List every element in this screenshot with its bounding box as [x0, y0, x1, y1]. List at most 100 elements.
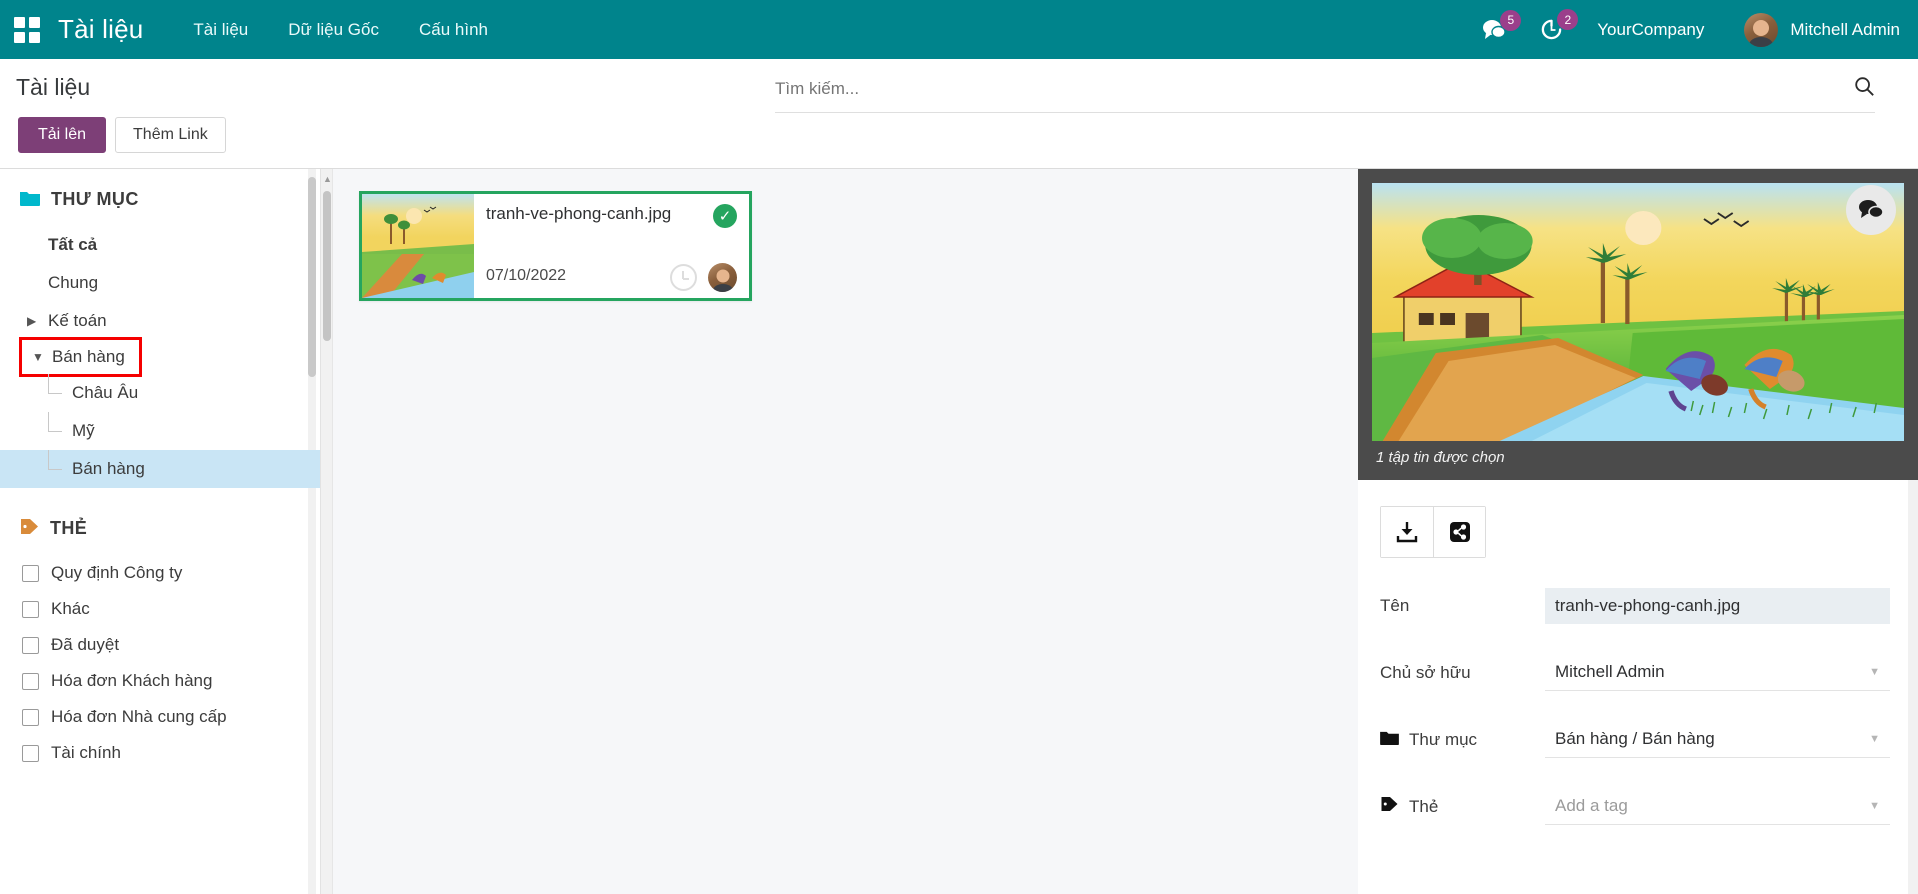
messages-button[interactable]: 5	[1482, 19, 1506, 41]
chevron-right-icon[interactable]: ▶	[27, 314, 36, 328]
sidebar-folder-ban-hang-child[interactable]: Bán hàng	[0, 450, 320, 488]
document-preview-image	[1372, 183, 1904, 441]
field-label-text: Thư mục	[1409, 730, 1477, 750]
sidebar-folder-chung[interactable]: Chung	[0, 264, 320, 302]
avatar	[1744, 13, 1778, 47]
chat-icon[interactable]	[1846, 185, 1896, 235]
field-row-name: Tên tranh-ve-phong-canh.jpg	[1358, 588, 1918, 624]
username-label: Mitchell Admin	[1790, 20, 1900, 40]
folder-select[interactable]: Bán hàng / Bán hàng ▼	[1545, 721, 1890, 758]
nav-item-master-data[interactable]: Dữ liệu Gốc	[288, 20, 379, 40]
folder-icon	[1380, 730, 1399, 750]
top-navbar: Tài liệu Tài liệu Dữ liệu Gốc Cấu hình 5…	[0, 0, 1918, 59]
document-name: tranh-ve-phong-canh.jpg	[486, 204, 737, 224]
landscape-drawing-thumb	[362, 194, 474, 298]
sidebar-folder-label: Mỹ	[72, 421, 95, 440]
field-row-owner: Chủ sở hữu Mitchell Admin ▼	[1358, 654, 1918, 691]
tag-checkbox[interactable]	[22, 565, 39, 582]
tags-section-header: THẺ	[0, 518, 320, 539]
check-circle-icon: ✓	[713, 204, 737, 228]
chevron-down-icon[interactable]: ▼	[1869, 666, 1880, 678]
field-label-text: Thẻ	[1409, 797, 1438, 817]
field-row-folder: Thư mục Bán hàng / Bán hàng ▼	[1358, 721, 1918, 758]
download-icon	[1396, 521, 1418, 543]
tag-label: Tài chính	[51, 743, 121, 763]
field-row-tags: Thẻ Add a tag ▼	[1358, 788, 1918, 825]
tag-item-tai-chinh[interactable]: Tài chính	[0, 735, 320, 771]
preview-panel: 1 tập tin được chọn	[1358, 169, 1918, 480]
sidebar: THƯ MỤC Tất cả Chung ▶ Kế toán ▼ Bán hàn…	[0, 169, 320, 894]
document-card-body: tranh-ve-phong-canh.jpg ✓ 07/10/2022	[474, 194, 749, 298]
page-title: Tài liệu	[16, 74, 90, 101]
field-label-folder: Thư mục	[1380, 730, 1545, 750]
tag-checkbox[interactable]	[22, 745, 39, 762]
share-icon	[1449, 521, 1471, 543]
activities-badge: 2	[1557, 9, 1578, 30]
sidebar-folder-label-ke-toan: Kế toán	[48, 311, 107, 330]
sidebar-folder-ban-hang-wrapper: ▼ Bán hàng	[0, 340, 320, 374]
add-link-button[interactable]: Thêm Link	[115, 117, 226, 153]
tags-input[interactable]: Add a tag ▼	[1545, 788, 1890, 825]
tag-item-hoa-don-khach-hang[interactable]: Hóa đơn Khách hàng	[0, 663, 320, 699]
tags-header-label: THẺ	[50, 518, 87, 539]
tag-item-da-duyet[interactable]: Đã duyệt	[0, 627, 320, 663]
page-body: THƯ MỤC Tất cả Chung ▶ Kế toán ▼ Bán hàn…	[0, 169, 1918, 894]
apps-grid-icon[interactable]	[14, 17, 40, 43]
tag-item-khac[interactable]: Khác	[0, 591, 320, 627]
sidebar-folder-my[interactable]: Mỹ	[0, 412, 320, 450]
tag-label: Đã duyệt	[51, 635, 119, 655]
folder-icon	[20, 190, 40, 210]
documents-kanban-area: ▲	[320, 169, 1358, 894]
tag-label: Hóa đơn Khách hàng	[51, 671, 212, 691]
sidebar-folder-ban-hang[interactable]: ▼ Bán hàng	[22, 340, 139, 374]
scroll-up-arrow-icon[interactable]: ▲	[323, 175, 331, 184]
document-thumbnail	[362, 194, 474, 298]
search-icon[interactable]	[1853, 75, 1875, 102]
name-input[interactable]: tranh-ve-phong-canh.jpg	[1545, 588, 1890, 624]
tag-item-hoa-don-nha-cung-cap[interactable]: Hóa đơn Nhà cung cấp	[0, 699, 320, 735]
user-menu[interactable]: Mitchell Admin	[1744, 13, 1900, 47]
chevron-down-icon[interactable]: ▼	[1869, 800, 1880, 812]
upload-button[interactable]: Tải lên	[18, 117, 106, 153]
share-button[interactable]	[1433, 507, 1485, 557]
sidebar-folder-all[interactable]: Tất cả	[0, 226, 320, 264]
sidebar-folder-chau-au[interactable]: Châu Âu	[0, 374, 320, 412]
tag-checkbox[interactable]	[22, 601, 39, 618]
sidebar-folder-label: Chung	[48, 273, 98, 292]
tag-checkbox[interactable]	[22, 637, 39, 654]
chevron-down-icon[interactable]: ▼	[1869, 733, 1880, 745]
control-panel: Tài liệu Tải lên Thêm Link Bộ lọc Nhóm t…	[0, 59, 1918, 169]
field-label: Chủ sở hữu	[1380, 663, 1545, 683]
sidebar-folder-label: Bán hàng	[52, 347, 125, 366]
tag-icon	[20, 518, 39, 539]
tag-label: Khác	[51, 599, 90, 619]
document-date: 07/10/2022	[486, 267, 566, 285]
nav-item-documents[interactable]: Tài liệu	[193, 20, 248, 40]
main-scrollbar-thumb[interactable]	[323, 191, 331, 341]
search-area	[775, 75, 1875, 113]
sidebar-folder-ke-toan[interactable]: ▶ Kế toán	[0, 302, 320, 340]
document-card[interactable]: tranh-ve-phong-canh.jpg ✓ 07/10/2022	[359, 191, 752, 301]
owner-value: Mitchell Admin	[1555, 662, 1665, 681]
sidebar-folder-label: Châu Âu	[72, 383, 138, 402]
search-input[interactable]	[775, 79, 1853, 99]
owner-select[interactable]: Mitchell Admin ▼	[1545, 654, 1890, 691]
tag-item-quy-dinh-cong-ty[interactable]: Quy định Công ty	[0, 555, 320, 591]
company-selector[interactable]: YourCompany	[1597, 20, 1704, 40]
inspector-action-buttons	[1380, 506, 1486, 558]
tag-label: Hóa đơn Nhà cung cấp	[51, 707, 227, 727]
folders-header-label: THƯ MỤC	[51, 189, 139, 210]
app-brand-title[interactable]: Tài liệu	[58, 14, 143, 45]
messages-badge: 5	[1500, 10, 1521, 31]
document-inspector: 1 tập tin được chọn	[1358, 169, 1918, 894]
sidebar-folder-label: Tất cả	[48, 235, 97, 254]
activities-button[interactable]: 2	[1540, 18, 1563, 41]
field-label-tags: Thẻ	[1380, 796, 1545, 817]
download-button[interactable]	[1381, 507, 1433, 557]
nav-item-configuration[interactable]: Cấu hình	[419, 20, 488, 40]
tag-checkbox[interactable]	[22, 673, 39, 690]
chevron-down-icon[interactable]: ▼	[32, 350, 44, 364]
selection-count-label: 1 tập tin được chọn	[1372, 441, 1904, 474]
clock-icon	[670, 264, 697, 291]
tag-checkbox[interactable]	[22, 709, 39, 726]
